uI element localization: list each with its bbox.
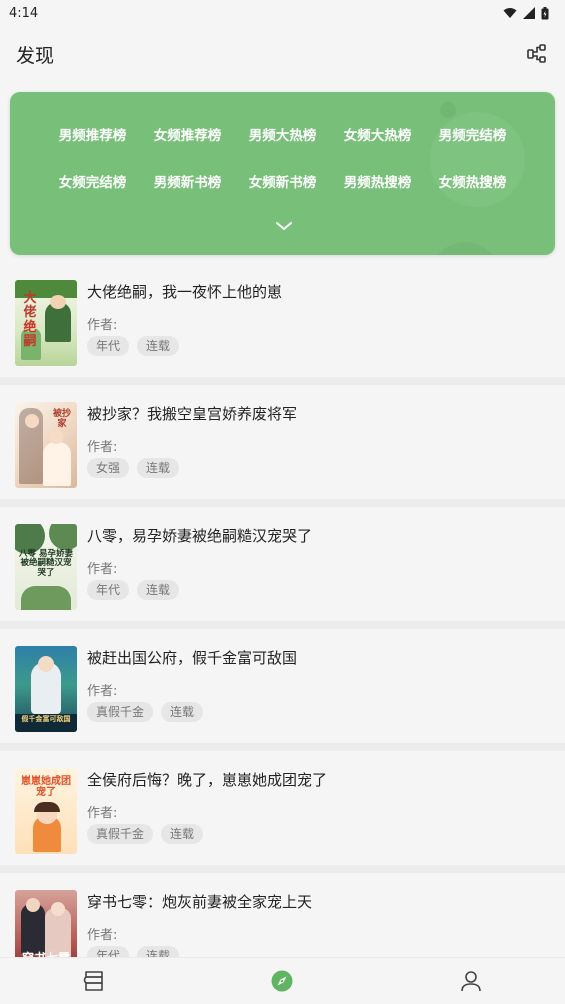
tag-genre: 真假千金 [87, 824, 154, 844]
user-icon [461, 971, 481, 992]
book-tags: 真假千金 连载 [87, 702, 204, 722]
book-tags: 女强 连载 [87, 458, 180, 478]
tag-genre: 女强 [87, 458, 130, 478]
book-cover: 假千金富可敌国 [15, 646, 77, 732]
rank-female-recommend[interactable]: 女频推荐榜 [140, 127, 235, 146]
rank-female-search[interactable]: 女频热搜榜 [425, 174, 520, 193]
decor-circle [440, 102, 456, 118]
rank-male-hot[interactable]: 男频大热榜 [235, 127, 330, 146]
book-tags: 年代 连载 [87, 336, 180, 356]
wifi-icon [503, 8, 517, 18]
list-item[interactable]: 大佬绝嗣 大佬绝嗣，我一夜怀上他的崽 作者: 年代 连载 [0, 263, 565, 385]
book-author: 作者: [87, 318, 118, 333]
tag-genre: 真假千金 [87, 702, 154, 722]
bottom-nav [0, 957, 565, 1004]
book-title: 大佬绝嗣，我一夜怀上他的崽 [87, 283, 283, 301]
book-author: 作者: [87, 440, 118, 455]
book-cover: 大佬绝嗣 [15, 280, 77, 366]
page-title: 发现 [16, 44, 55, 67]
tag-genre: 年代 [87, 336, 130, 356]
status-icons [503, 6, 549, 20]
tag-status: 连载 [137, 458, 180, 478]
cover-text: 八零 易孕娇妻被绝嗣糙汉宠哭了 [19, 549, 73, 578]
rank-female-completed[interactable]: 女频完结榜 [45, 174, 140, 193]
book-tags: 真假千金 连载 [87, 824, 204, 844]
decor-circle [430, 242, 500, 255]
book-cover: 崽崽她成团宠了 [15, 768, 77, 854]
book-author: 作者: [87, 806, 118, 821]
status-time: 4:14 [9, 5, 39, 21]
tag-status: 连载 [161, 702, 204, 722]
book-author: 作者: [87, 684, 118, 699]
tag-status: 连载 [161, 824, 204, 844]
compass-icon [271, 970, 293, 992]
signal-icon [523, 7, 535, 19]
book-title: 八零，易孕娇妻被绝嗣糙汉宠哭了 [87, 527, 313, 545]
book-tags: 年代 连载 [87, 580, 180, 600]
rank-male-new[interactable]: 男频新书榜 [140, 174, 235, 193]
cover-text: 假千金富可敌国 [21, 715, 71, 723]
nav-profile[interactable] [455, 965, 487, 997]
tag-status: 连载 [137, 336, 180, 356]
list-item[interactable]: 八零 易孕娇妻被绝嗣糙汉宠哭了 八零，易孕娇妻被绝嗣糙汉宠哭了 作者: 年代 连… [0, 507, 565, 629]
nav-bookshelf[interactable] [78, 965, 110, 997]
book-cover: 八零 易孕娇妻被绝嗣糙汉宠哭了 [15, 524, 77, 610]
nav-discover[interactable] [266, 965, 298, 997]
book-title: 全侯府后悔？晚了，崽崽她成团宠了 [87, 771, 328, 789]
app-bar: 发现 [0, 26, 565, 82]
bookshelf-icon [83, 971, 103, 991]
tag-status: 连载 [137, 580, 180, 600]
list-item[interactable]: 被抄家 被抄家？我搬空皇宫娇养废将军 作者: 女强 连载 [0, 385, 565, 507]
rank-male-completed[interactable]: 男频完结榜 [425, 127, 520, 146]
book-title: 被赶出国公府，假千金富可敌国 [87, 649, 298, 667]
list-item[interactable]: 假千金富可敌国 被赶出国公府，假千金富可敌国 作者: 真假千金 连载 [0, 629, 565, 751]
cover-text: 大佬绝嗣 [23, 291, 37, 349]
share-icon [527, 44, 546, 63]
chevron-down-icon[interactable] [274, 219, 294, 233]
book-cover: 被抄家 [15, 402, 77, 488]
rank-female-hot[interactable]: 女频大热榜 [330, 127, 425, 146]
tag-genre: 年代 [87, 580, 130, 600]
battery-icon [541, 6, 549, 19]
ranking-card: 男频推荐榜 女频推荐榜 男频大热榜 女频大热榜 男频完结榜 女频完结榜 男频新书… [10, 92, 555, 255]
cover-text: 被抄家 [53, 409, 72, 429]
rank-female-new[interactable]: 女频新书榜 [235, 174, 330, 193]
book-list: 大佬绝嗣 大佬绝嗣，我一夜怀上他的崽 作者: 年代 连载 被抄家 被抄家？我搬空… [0, 263, 565, 995]
book-author: 作者: [87, 562, 118, 577]
status-bar: 4:14 [0, 0, 565, 26]
book-title: 被抄家？我搬空皇宫娇养废将军 [87, 405, 298, 423]
cover-text: 崽崽她成团宠了 [21, 776, 71, 798]
share-button[interactable] [525, 42, 549, 66]
rank-male-search[interactable]: 男频热搜榜 [330, 174, 425, 193]
list-item[interactable]: 崽崽她成团宠了 全侯府后悔？晚了，崽崽她成团宠了 作者: 真假千金 连载 [0, 751, 565, 873]
book-author: 作者: [87, 928, 118, 943]
ranking-grid: 男频推荐榜 女频推荐榜 男频大热榜 女频大热榜 男频完结榜 女频完结榜 男频新书… [45, 127, 520, 193]
book-title: 穿书七零：炮灰前妻被全家宠上天 [87, 893, 313, 911]
rank-male-recommend[interactable]: 男频推荐榜 [45, 127, 140, 146]
